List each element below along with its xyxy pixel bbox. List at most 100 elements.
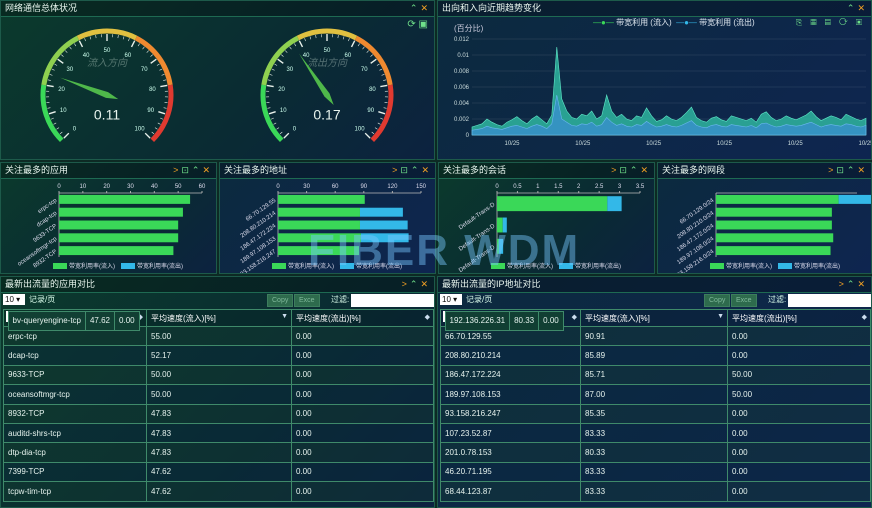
x-tick-label: 2 [577, 184, 581, 190]
gauge-tick [151, 131, 155, 135]
cell-in: 80.33 [580, 442, 728, 463]
table-row[interactable]: 9633-TCP 50.00 0.00 [3, 364, 434, 386]
cell-name: dtp-dia-tcp [3, 442, 147, 463]
filter-input[interactable] [351, 294, 434, 307]
page-size-select[interactable]: 10 ▾ [3, 294, 25, 305]
bar-in [497, 196, 608, 212]
table-row[interactable]: 7399-TCP 47.62 0.00 [3, 461, 434, 483]
cell-out: 0.00 [291, 384, 434, 405]
gauge-panel: 网络通信总体状况 ⌃✕ ⟳ ▣ 0 10 20 30 40 50 60 70 80 90 100 流入… [0, 0, 435, 160]
gauge-direction-label: 流入方向 [87, 57, 128, 69]
cell-name: 46.20.71.195 [440, 461, 581, 483]
close-icon[interactable]: ✕ [202, 165, 213, 175]
close-icon[interactable]: ✕ [857, 3, 868, 13]
gauge-tick-label: 10 [280, 108, 287, 114]
filter-label: 过滤: [331, 295, 350, 304]
edit-icon[interactable]: ⊡ [400, 165, 411, 175]
table-row[interactable]: dtp-dia-tcp 47.83 0.00 [3, 442, 434, 463]
gauge-tick [89, 36, 92, 40]
col-out-header[interactable]: 平均速度(流出)[%] ◆ [291, 309, 434, 327]
bar-out [838, 194, 871, 204]
x-tick-label: 1.5 [554, 184, 563, 190]
collapse-icon[interactable]: ⌃ [192, 165, 203, 175]
x-tick-label: 10/25 [717, 141, 733, 147]
panel-buttons: >⊡⌃✕ [611, 164, 651, 177]
table-row[interactable]: 189.97.108.153 87.00 50.00 [440, 384, 871, 405]
panel-buttons: ⌃✕ [847, 2, 868, 15]
table-row[interactable]: tcpw-tim-tcp 47.62 0.00 [3, 481, 434, 502]
bar-in [716, 194, 839, 204]
table-row[interactable]: 68.44.123.87 83.33 0.00 [440, 481, 871, 502]
table-row[interactable]: 186.47.172.224 85.71 50.00 [440, 364, 871, 386]
collapse-icon[interactable]: ⌃ [630, 165, 641, 175]
col-in-header[interactable]: 平均速度(流入)[%] ▼ [580, 309, 728, 327]
cell-name: dcap-tcp [3, 345, 147, 366]
excel-button[interactable]: Exce [294, 294, 320, 307]
collapse-icon[interactable]: ⌃ [410, 279, 421, 289]
x-tick-label: 2.5 [595, 184, 604, 190]
gauge-tick [57, 58, 64, 64]
gauge-tick [371, 131, 375, 135]
apps-bar-chart: 0 10 20 30 40 50 60erpc-tcpdcap-tcp9633-TCPoce… [17, 184, 206, 270]
table-row[interactable]: 46.20.71.195 83.33 0.00 [440, 461, 871, 483]
close-icon[interactable]: ✕ [420, 3, 431, 13]
gauge-tick [163, 107, 167, 109]
table-row[interactable]: auditd-shrs-tcp 47.83 0.00 [3, 422, 434, 444]
bar-out [607, 196, 622, 212]
panel-buttons: ⌃✕ [410, 2, 431, 15]
close-icon[interactable]: ✕ [420, 279, 431, 289]
table-row[interactable]: 93.158.216.247 85.35 0.00 [440, 403, 871, 424]
expand-icon[interactable]: > [839, 279, 847, 289]
edit-icon[interactable]: ⊡ [619, 165, 630, 175]
copy-button[interactable]: Copy [267, 294, 294, 307]
edit-icon[interactable]: ⊡ [836, 165, 847, 175]
collapse-icon[interactable]: ⌃ [847, 165, 858, 175]
chart-toolbar[interactable]: ⎘ ▦ ▤ ⟳ ▣ [796, 18, 865, 28]
table-controls: 10 ▾ 记录/页 Copy Exce 过滤: [1, 293, 434, 307]
table-row[interactable]: 208.80.210.214 85.89 0.00 [440, 345, 871, 366]
table-row[interactable]: 201.0.78.153 80.33 0.00 [440, 442, 871, 463]
bar-in [716, 233, 834, 243]
collapse-icon[interactable]: ⌃ [847, 279, 858, 289]
col-out-header[interactable]: 平均速度(流出)[%] ◆ [727, 309, 871, 327]
copy-button[interactable]: Copy [704, 294, 731, 307]
collapse-icon[interactable]: ⌃ [847, 3, 858, 13]
table-row[interactable]: dcap-tcp 52.17 0.00 [3, 345, 434, 366]
gauge-tick [377, 122, 381, 125]
edit-icon[interactable]: ⊡ [181, 165, 192, 175]
gauge-tick [285, 50, 288, 53]
gauge-tick [59, 131, 63, 135]
table-row[interactable]: oceansoftmgr-tcp 50.00 0.00 [3, 384, 434, 405]
expand-icon[interactable]: > [402, 279, 410, 289]
cell-name: 189.97.108.153 [440, 384, 581, 405]
cell-in: 47.62 [84, 310, 116, 331]
gauge-tick [370, 54, 373, 57]
filter-input[interactable] [788, 294, 871, 307]
collapse-icon[interactable]: ⌃ [410, 3, 421, 13]
close-icon[interactable]: ✕ [857, 165, 868, 175]
close-icon[interactable]: ✕ [421, 165, 432, 175]
table-row[interactable]: 8932-TCP 47.83 0.00 [3, 403, 434, 424]
data-table: 名称◆ 平均速度(流入)[%]▼ 平均速度(流出)[%]◆ erpc-tcp55… [3, 309, 434, 502]
gauge-tick [47, 79, 51, 81]
excel-button[interactable]: Exce [731, 294, 757, 307]
table-row[interactable]: bv-queryengine-tcp 47.62 0.00 [5, 310, 140, 331]
cell-name: 68.44.123.87 [440, 481, 581, 502]
y-tick-label: 0.01 [457, 53, 469, 59]
gauge-tick [65, 50, 68, 53]
col-in-header[interactable]: 平均速度(流入)[%] ▼ [146, 309, 292, 327]
cell-out: 0.00 [727, 403, 871, 424]
page-size-select[interactable]: 10 ▾ [440, 294, 462, 305]
gauge-tick [160, 84, 168, 88]
gauge-tick [267, 79, 271, 81]
gauge-tick-label: 50 [324, 48, 331, 54]
close-icon[interactable]: ✕ [640, 165, 651, 175]
table-row[interactable]: 192.136.226.31 80.33 0.00 [442, 310, 564, 331]
gauge-tick [277, 58, 284, 64]
collapse-icon[interactable]: ⌃ [411, 165, 422, 175]
table-row[interactable]: 107.23.52.87 83.33 0.00 [440, 422, 871, 444]
close-icon[interactable]: ✕ [857, 279, 868, 289]
cell-in: 47.83 [146, 422, 292, 444]
cell-out: 0.00 [538, 310, 564, 331]
trend-legend[interactable]: —●— 带宽利用 (流入) —●— 带宽利用 (流出) [593, 17, 755, 28]
